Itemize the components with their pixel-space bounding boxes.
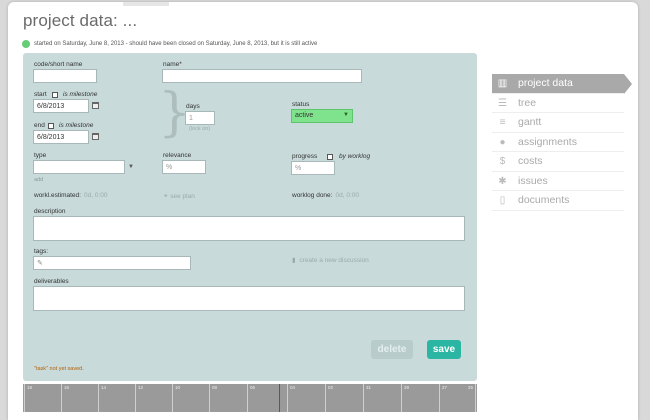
days-input[interactable]: 1 <box>185 111 215 125</box>
link-icon: ⚭ <box>163 193 169 200</box>
timeline-tick: 02 <box>325 384 333 412</box>
chevron-down-icon: ▼ <box>343 112 349 118</box>
type-add-link[interactable]: add <box>34 177 43 183</box>
tree-icon: ☰ <box>498 97 507 109</box>
days-label: days <box>186 103 200 110</box>
task-form-panel: code/short name name* start is milestone… <box>23 53 477 381</box>
progress-by-worklog-label: by worklog <box>339 153 371 160</box>
worklog-estimated-label: workl.estimated: <box>34 192 81 199</box>
code-label: code/short name <box>34 61 83 68</box>
sidebar-item-issues[interactable]: ✱ issues <box>492 172 624 191</box>
start-date-input[interactable]: 6/8/2013 <box>33 99 89 113</box>
sidebar-item-label: gantt <box>518 116 542 129</box>
type-chevron-down-icon[interactable]: ▼ <box>128 164 134 170</box>
worklog-done: worklog done: 0d, 0:00 <box>292 192 359 199</box>
timeline-tick: 14 <box>98 384 106 412</box>
gantt-icon: ≡ <box>499 117 506 128</box>
start-calendar-icon[interactable] <box>92 102 99 109</box>
worklog-estimated: workl.estimated: 0d, 0:00 <box>34 192 107 199</box>
sidebar-item-label: issues <box>518 174 548 187</box>
sidebar-item-label: assignments <box>518 135 577 148</box>
documents-icon: ▯ <box>499 195 506 206</box>
status-select[interactable]: active ▼ <box>291 109 353 123</box>
timeline-tick: 06 <box>247 384 255 412</box>
status-text: started on Saturday, June 8, 2013 - shou… <box>34 41 318 47</box>
progress-label: progress <box>292 153 318 160</box>
discussion-icon: ▮ <box>292 257 296 264</box>
status-dot-icon <box>22 40 30 48</box>
create-discussion-link[interactable]: ▮ create a new discussion <box>292 256 369 264</box>
code-input[interactable] <box>33 69 97 83</box>
relevance-label: relevance <box>163 152 192 159</box>
end-calendar-icon[interactable] <box>92 133 99 140</box>
not-saved-notice: "task" not yet saved. <box>34 366 84 372</box>
start-milestone-label: is milestone <box>63 91 98 98</box>
project-data-icon: ▥ <box>497 78 508 89</box>
costs-icon: $ <box>499 156 506 167</box>
worklog-done-label: worklog done: <box>292 192 333 199</box>
days-hint: (lock on) <box>189 126 211 132</box>
worklog-estimated-value: 0d, 0:00 <box>83 192 108 199</box>
description-label: description <box>34 208 66 215</box>
tag-icon: ✎ <box>37 260 43 267</box>
timeline-tick: 27 <box>439 384 447 412</box>
assignments-icon: ● <box>499 136 506 148</box>
sidebar: ▥ project data ☰ tree ≡ gantt ● assignme… <box>492 74 632 211</box>
sidebar-item-label: costs <box>518 155 543 168</box>
timeline-tick: 08 <box>209 384 217 412</box>
relevance-input[interactable]: % <box>162 160 206 174</box>
name-label: name* <box>163 61 182 68</box>
status-label: status <box>292 101 310 108</box>
timeline-strip[interactable]: 18 16 14 12 10 08 06 04 02 31 29 27 25 <box>23 384 477 412</box>
page-title: project data: ... <box>23 11 138 30</box>
sidebar-item-tree[interactable]: ☰ tree <box>492 94 624 113</box>
timeline-tick: 29 <box>401 384 409 412</box>
tab-notch <box>123 2 169 6</box>
issues-icon: ✱ <box>498 175 507 187</box>
start-label: start <box>34 91 47 98</box>
sidebar-item-documents[interactable]: ▯ documents <box>492 191 624 211</box>
deliverables-label: deliverables <box>34 278 69 285</box>
sidebar-item-label: project data <box>518 77 573 90</box>
end-milestone-label: is milestone <box>59 122 94 129</box>
end-label: end <box>34 122 45 129</box>
sidebar-item-gantt[interactable]: ≡ gantt <box>492 113 624 133</box>
status-line: started on Saturday, June 8, 2013 - shou… <box>22 40 317 48</box>
type-label: type <box>34 152 47 159</box>
tags-label: tags: <box>34 248 49 255</box>
timeline-tick: 25 <box>468 384 476 412</box>
name-input[interactable] <box>162 69 362 83</box>
sidebar-item-costs[interactable]: $ costs <box>492 152 624 172</box>
sidebar-item-label: documents <box>518 194 570 207</box>
timeline-tick: 12 <box>135 384 143 412</box>
timeline-tick: 04 <box>287 384 295 412</box>
see-plan-link[interactable]: ⚭ see plan <box>163 192 195 200</box>
worklog-done-value: 0d, 0:00 <box>335 192 359 199</box>
sidebar-item-assignments[interactable]: ● assignments <box>492 133 624 152</box>
timeline-today-marker <box>279 384 280 412</box>
sidebar-item-project-data[interactable]: ▥ project data <box>492 74 632 94</box>
sidebar-item-label: tree <box>518 96 537 109</box>
delete-button[interactable]: delete <box>371 340 413 359</box>
timeline-tick: 18 <box>24 384 32 412</box>
timeline-tick: 31 <box>363 384 371 412</box>
progress-input[interactable]: % <box>291 161 335 175</box>
save-button[interactable]: save <box>427 340 461 359</box>
end-milestone-checkbox[interactable] <box>48 123 54 129</box>
see-plan-label: see plan <box>170 193 195 200</box>
end-date-input[interactable]: 6/8/2013 <box>33 130 89 144</box>
type-select[interactable] <box>33 160 125 174</box>
deliverables-textarea[interactable] <box>33 286 465 311</box>
status-select-value: active <box>295 112 314 119</box>
start-milestone-checkbox[interactable] <box>52 92 58 98</box>
description-textarea[interactable] <box>33 216 465 241</box>
timeline-tick: 16 <box>61 384 69 412</box>
create-discussion-label: create a new discussion <box>299 257 369 264</box>
tags-input[interactable]: ✎ <box>33 256 191 270</box>
progress-by-worklog-checkbox[interactable] <box>327 154 333 160</box>
timeline-tick: 10 <box>172 384 180 412</box>
